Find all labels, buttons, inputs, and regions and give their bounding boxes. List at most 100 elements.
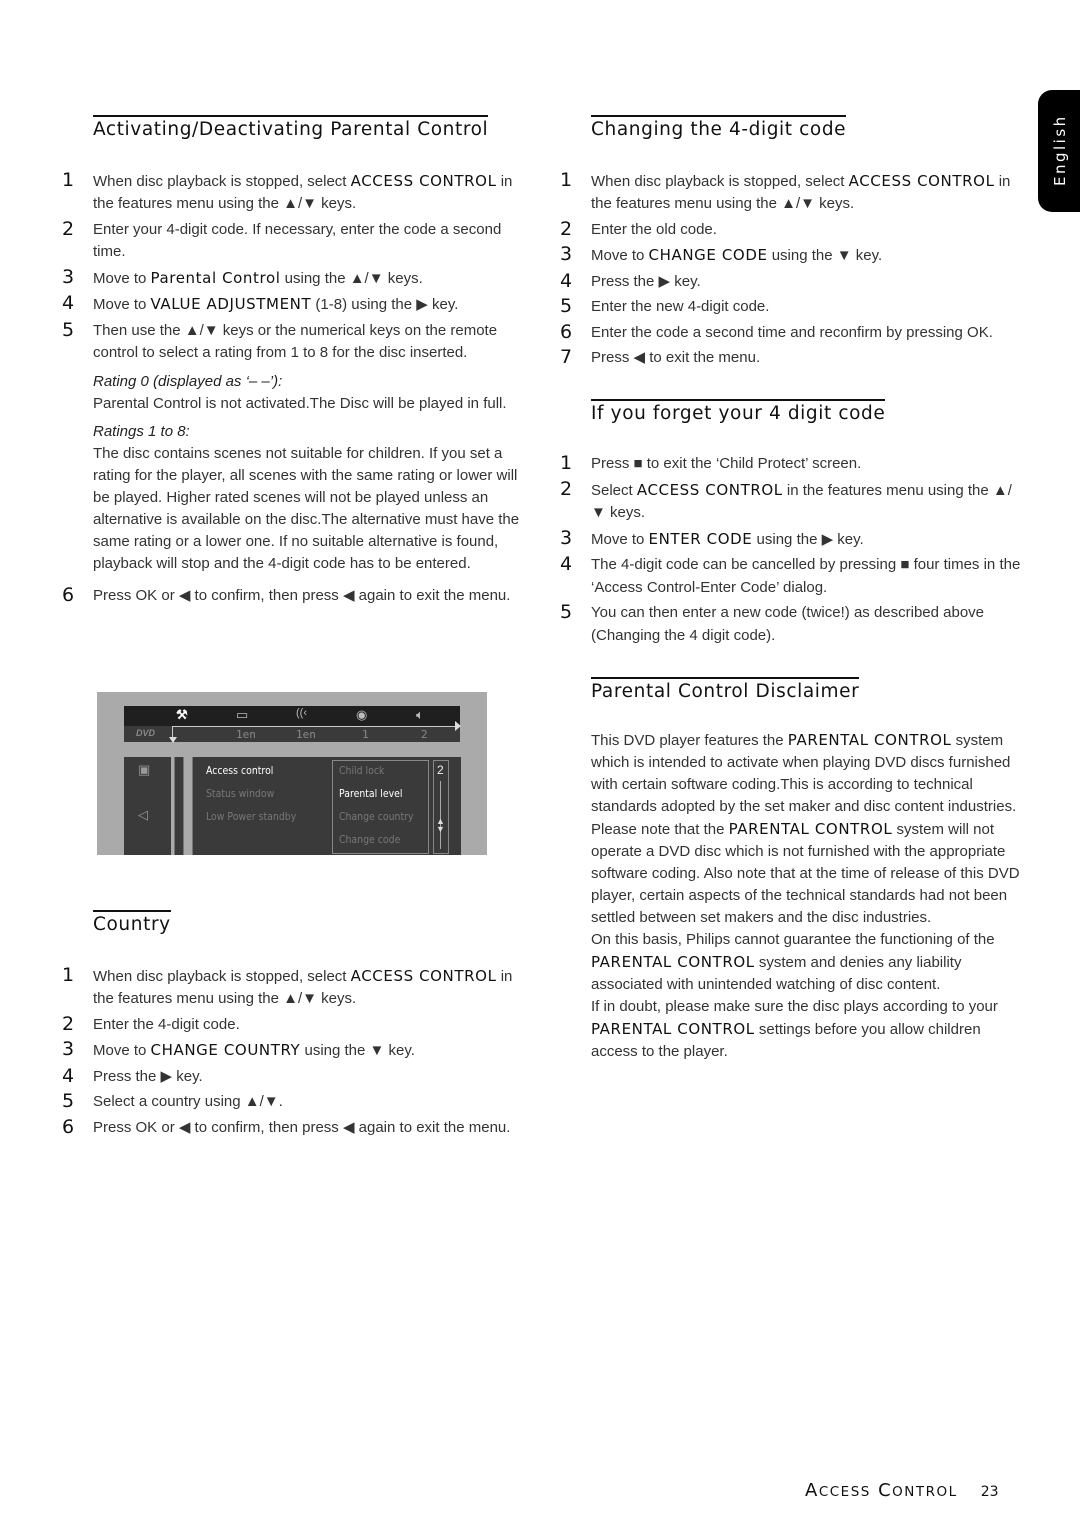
step-number: 1 — [62, 963, 75, 986]
disclaimer-paragraph: On this basis, Philips cannot guarantee … — [591, 931, 995, 994]
left-column: Activating/Deactivating Parental Control… — [62, 100, 522, 1138]
keyword: CHANGE CODE — [648, 246, 768, 265]
keyword: PARENTAL CONTROL — [728, 820, 893, 839]
keyword: PARENTAL CONTROL — [591, 1020, 755, 1039]
disclaimer-paragraph: If in doubt, please make sure the disc p… — [591, 998, 998, 1061]
step-text: When disc playback is stopped, select AC… — [591, 171, 1011, 213]
section-changing-code: Changing the 4-digit code 1 When disc pla… — [560, 100, 1025, 370]
step-text: Press OK or ◀ to confirm, then press ◀ a… — [93, 586, 511, 604]
language-label: English — [1051, 114, 1069, 186]
step-item: 4 Press the ▶ key. — [560, 269, 1025, 294]
step-text: The 4-digit code can be cancelled by pre… — [591, 556, 1021, 596]
step-number: 1 — [62, 168, 75, 191]
osd-value: 1 — [362, 728, 369, 741]
step-item: 1 When disc playback is stopped, select A… — [62, 168, 522, 216]
step-item: 4 Press the ▶ key. — [62, 1065, 522, 1089]
steps-list: 1 When disc playback is stopped, select A… — [62, 963, 522, 1140]
keyword: Parental Control — [150, 268, 281, 287]
step-number: 1 — [560, 452, 573, 475]
up-down-icon: ▲ ▼ — [436, 816, 445, 834]
step-item: 1 When disc playback is stopped, select A… — [62, 963, 522, 1011]
step-item: 6 Press OK or ◀ to confirm, then press ◀ … — [62, 1116, 522, 1140]
step-number: 3 — [560, 243, 573, 266]
step-text: Move to VALUE ADJUSTMENT (1-8) using the… — [93, 295, 459, 314]
step-item: 2 Enter your 4-digit code. If necessary, … — [62, 218, 522, 264]
keyword: ACCESS CONTROL — [350, 966, 497, 985]
step-text: Enter your 4-digit code. If necessary, e… — [93, 220, 502, 261]
step-number: 6 — [62, 583, 75, 606]
language-tab: English — [1038, 90, 1080, 212]
submenu-item-parental-level[interactable]: Parental level — [339, 787, 402, 800]
step-text: Move to ENTER CODE using the ▶ key. — [591, 529, 864, 548]
osd-top-bar: ⚒ ▭ ((‹ ◉ 🔈︎ DVD 1en 1en 1 2 — [124, 706, 461, 743]
osd-submenu: Child lock Parental level Change country… — [332, 760, 429, 854]
menu-screenshot: ⚒ ▭ ((‹ ◉ 🔈︎ DVD 1en 1en 1 2 ▣ ◁ Access … — [97, 692, 487, 855]
step-text: Move to Parental Control using the ▲/▼ k… — [93, 268, 423, 287]
osd-value: 1en — [296, 728, 316, 741]
osd-value: 2 — [421, 728, 428, 741]
disclaimer-body: This DVD player features the PARENTAL CO… — [560, 729, 1025, 1063]
features-icon: ⚒ — [176, 707, 188, 722]
osd-value: 1en — [236, 728, 256, 741]
keyword: PARENTAL CONTROL — [591, 953, 755, 972]
step-text: Enter the 4-digit code. — [93, 1015, 240, 1033]
step-text: Enter the new 4-digit code. — [591, 298, 770, 316]
step-item: 5 You can then enter a new code (twice!) … — [560, 601, 1025, 647]
submenu-item-child-lock[interactable]: Child lock — [339, 764, 384, 777]
picture-icon: ▣ — [138, 762, 151, 777]
step-item: 3 Move to ENTER CODE using the ▶ key. — [560, 527, 1025, 552]
step-item: 6 Press OK or ◀ to confirm, then press ◀… — [62, 583, 522, 608]
step-item: 3 Move to CHANGE COUNTRY using the ▼ key. — [62, 1038, 522, 1063]
disc-icon: ◉ — [356, 707, 368, 722]
keyword: ENTER CODE — [648, 529, 753, 548]
ratings-text: The disc contains scenes not suitable fo… — [93, 444, 520, 572]
osd-value-slider[interactable]: 2 ▲ ▼ — [433, 760, 449, 854]
disclaimer-paragraph: Please note that the PARENTAL CONTROL sy… — [591, 820, 1020, 927]
step-number: 3 — [62, 1038, 75, 1061]
page-footer: ACCESS CONTROL 23 — [805, 1480, 999, 1501]
arrow-right-icon — [455, 721, 461, 731]
step-number: 5 — [560, 295, 573, 318]
step-text: When disc playback is stopped, select AC… — [93, 171, 513, 213]
osd-left-panel: ▣ ◁ — [124, 757, 171, 855]
step-text: When disc playback is stopped, select AC… — [93, 966, 513, 1008]
step-item: 5 Then use the ▲/▼ keys or the numerical … — [62, 319, 522, 365]
osd-divider — [174, 757, 184, 855]
section-title: If you forget your 4 digit code — [591, 399, 886, 426]
sound-icon: ◁ — [138, 807, 148, 822]
step-number: 5 — [560, 601, 573, 624]
step-text: You can then enter a new code (twice!) a… — [591, 604, 985, 644]
step-number: 1 — [560, 168, 573, 191]
subtitle-icon: ▭ — [236, 707, 249, 722]
section-activating: Activating/Deactivating Parental Control… — [62, 100, 522, 607]
step-number: 4 — [560, 269, 573, 292]
keyword: PARENTAL CONTROL — [787, 731, 952, 750]
keyword: ACCESS CONTROL — [350, 171, 497, 190]
step-item: 2 Enter the 4-digit code. — [62, 1012, 522, 1037]
menu-item-low-power-standby[interactable]: Low Power standby — [206, 810, 296, 823]
right-column: Changing the 4-digit code 1 When disc pla… — [560, 100, 1025, 1063]
page-number: 23 — [980, 1484, 999, 1500]
steps-list: 1 Press ■ to exit the ‘Child Protect’ scr… — [560, 452, 1025, 647]
rating-zero-note: Rating 0 (displayed as ‘– –’): Parental … — [62, 371, 522, 415]
section-forget-code: If you forget your 4 digit code 1 Press ■… — [560, 384, 1025, 648]
steps-list: 1 When disc playback is stopped, select A… — [560, 168, 1025, 370]
step-number: 2 — [62, 1012, 75, 1035]
step-number: 6 — [560, 320, 573, 343]
step-item: 2 Select ACCESS CONTROL in the features m… — [560, 478, 1025, 525]
submenu-item-change-country[interactable]: Change country — [339, 810, 414, 823]
menu-item-access-control[interactable]: Access control — [206, 764, 273, 777]
slider-track — [440, 781, 441, 849]
menu-item-status-window[interactable]: Status window — [206, 787, 274, 800]
section-disclaimer: Parental Control Disclaimer This DVD pla… — [560, 661, 1025, 1063]
osd-icon-row: ⚒ ▭ ((‹ ◉ 🔈︎ — [124, 706, 460, 726]
step-text: Move to CHANGE CODE using the ▼ key. — [591, 246, 883, 265]
speaker-icon: 🔈︎ — [416, 707, 424, 722]
submenu-item-change-code[interactable]: Change code — [339, 833, 400, 846]
step-item: 5 Enter the new 4-digit code. — [560, 295, 1025, 319]
step-number: 5 — [62, 1090, 75, 1113]
step-item: 5 Select a country using ▲/▼. — [62, 1090, 522, 1114]
step-text: Enter the old code. — [591, 220, 717, 238]
step-number: 4 — [560, 553, 573, 576]
step-item: 1 Press ■ to exit the ‘Child Protect’ scr… — [560, 452, 1025, 476]
